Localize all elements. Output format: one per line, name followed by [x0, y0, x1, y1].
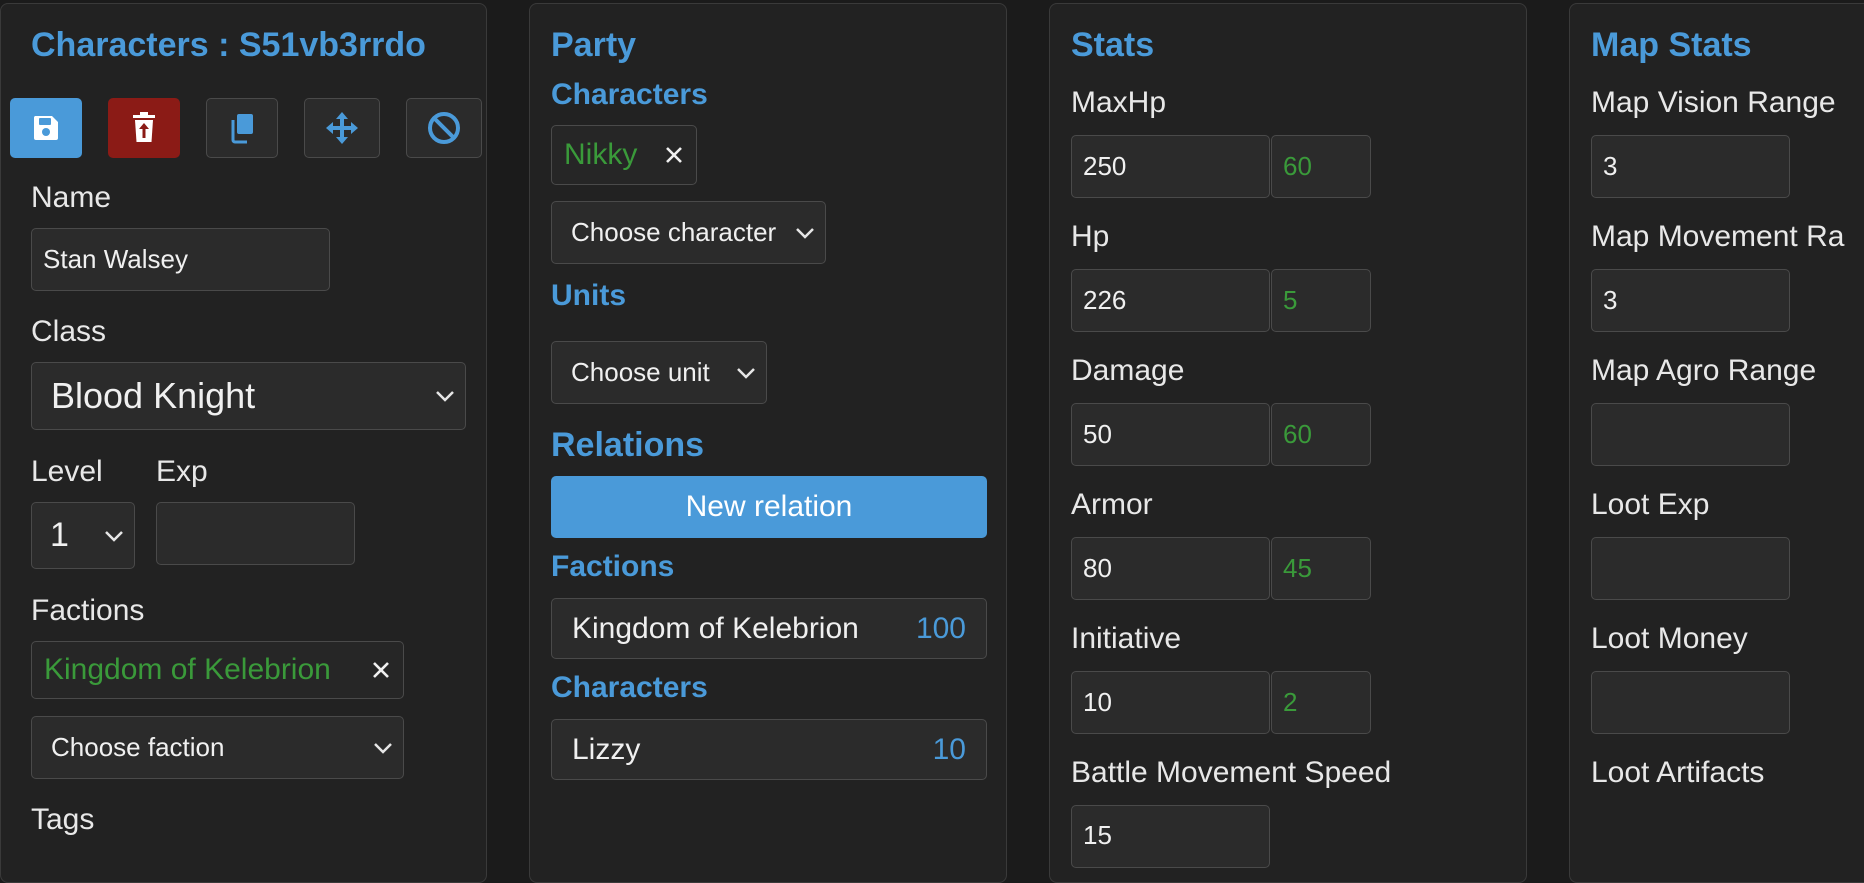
stats-panel: Stats MaxHp 250 60 Hp 226 5 Damage 50 60…: [1049, 3, 1527, 883]
new-relation-button[interactable]: New relation: [551, 476, 987, 538]
map-stat-label: Map Movement Ra: [1591, 220, 1845, 253]
map-stats-panel: Map Stats Map Vision Range 3 Map Movemen…: [1569, 3, 1864, 883]
chevron-down-icon: [737, 367, 755, 379]
move-arrows-icon: [326, 112, 358, 144]
level-select-value: 1: [50, 516, 69, 554]
party-character-tag: Nikky: [551, 125, 697, 185]
stat-bonus-input[interactable]: 2: [1271, 671, 1371, 734]
stat-label: Battle Movement Speed: [1071, 756, 1392, 789]
faction-select-value: Choose faction: [51, 732, 225, 762]
map-stat-label: Map Agro Range: [1591, 354, 1817, 387]
faction-tag: Kingdom of Kelebrion: [31, 641, 404, 699]
map-stat-label: Loot Exp: [1591, 488, 1710, 521]
copy-button[interactable]: [206, 98, 278, 158]
relations-heading: Relations: [551, 426, 705, 464]
map-stat-label: Loot Artifacts: [1591, 756, 1765, 789]
faction-relation-name: Kingdom of Kelebrion: [572, 611, 859, 645]
factions-label: Factions: [31, 594, 145, 627]
character-relation-name: Lizzy: [572, 732, 641, 766]
character-relation-row[interactable]: Lizzy 10: [551, 719, 987, 780]
stat-value-input[interactable]: 50: [1071, 403, 1270, 466]
party-unit-select-value: Choose unit: [571, 357, 710, 387]
chevron-down-icon: [374, 742, 392, 754]
close-icon[interactable]: [664, 145, 684, 165]
move-button[interactable]: [304, 98, 380, 158]
party-unit-select[interactable]: Choose unit: [551, 341, 767, 404]
delete-button[interactable]: [108, 98, 180, 158]
chevron-down-icon: [796, 227, 814, 239]
stat-bonus-input[interactable]: 60: [1271, 135, 1371, 198]
exp-input[interactable]: [156, 502, 355, 565]
stat-label: Damage: [1071, 354, 1185, 387]
stat-value-input[interactable]: 15: [1071, 805, 1270, 868]
party-character-tag-label: Nikky: [564, 138, 638, 171]
stat-bonus-input[interactable]: 5: [1271, 269, 1371, 332]
chevron-down-icon: [436, 391, 454, 402]
floppy-disk-icon: [33, 116, 58, 140]
map-stat-input[interactable]: 3: [1591, 269, 1790, 332]
map-stat-input[interactable]: [1591, 671, 1790, 734]
trash-upload-icon: [133, 112, 155, 142]
party-panel: Party Characters Nikky Choose character …: [529, 3, 1007, 883]
cancel-button[interactable]: [406, 98, 482, 158]
stats-title: Stats: [1071, 26, 1155, 64]
exp-label: Exp: [156, 455, 208, 488]
stat-bonus-input[interactable]: 60: [1271, 403, 1371, 466]
tags-label: Tags: [31, 803, 95, 836]
stat-value-input[interactable]: 226: [1071, 269, 1270, 332]
ban-icon: [428, 112, 460, 144]
stat-label: Initiative: [1071, 622, 1182, 655]
character-relations-heading: Characters: [551, 671, 708, 704]
map-stat-input[interactable]: [1591, 403, 1790, 466]
map-stat-label: Loot Money: [1591, 622, 1748, 655]
faction-select[interactable]: Choose faction: [31, 716, 404, 779]
character-title: Characters : S51vb3rrdo: [31, 26, 426, 64]
save-button[interactable]: [10, 98, 82, 158]
stat-bonus-input[interactable]: 45: [1271, 537, 1371, 600]
party-character-select[interactable]: Choose character: [551, 201, 826, 264]
level-label: Level: [31, 455, 103, 488]
faction-relation-row[interactable]: Kingdom of Kelebrion 100: [551, 598, 987, 659]
party-units-heading: Units: [551, 279, 626, 312]
chevron-down-icon: [105, 530, 123, 542]
name-label: Name: [31, 181, 112, 214]
stat-value-input[interactable]: 80: [1071, 537, 1270, 600]
stat-value-input[interactable]: 250: [1071, 135, 1270, 198]
faction-relations-heading: Factions: [551, 550, 675, 583]
party-title: Party: [551, 26, 637, 64]
map-stats-title: Map Stats: [1591, 26, 1752, 64]
stat-value-input[interactable]: 10: [1071, 671, 1270, 734]
close-icon[interactable]: [371, 660, 391, 680]
name-input[interactable]: Stan Walsey: [31, 228, 330, 291]
stat-label: MaxHp: [1071, 86, 1167, 119]
map-stat-input[interactable]: [1591, 537, 1790, 600]
stat-label: Armor: [1071, 488, 1153, 521]
party-character-select-value: Choose character: [571, 217, 777, 247]
faction-tag-label: Kingdom of Kelebrion: [44, 653, 331, 686]
stat-label: Hp: [1071, 220, 1110, 253]
level-select[interactable]: 1: [31, 502, 135, 569]
map-stat-label: Map Vision Range: [1591, 86, 1836, 119]
class-label: Class: [31, 315, 107, 348]
class-select[interactable]: Blood Knight: [31, 362, 466, 430]
character-panel: Characters : S51vb3rrdo Name Stan Walsey…: [0, 3, 487, 883]
faction-relation-value: 100: [915, 611, 966, 645]
class-select-value: Blood Knight: [51, 375, 256, 416]
copy-icon: [231, 114, 253, 144]
party-characters-heading: Characters: [551, 78, 708, 111]
character-relation-value: 10: [932, 732, 966, 766]
map-stat-input[interactable]: 3: [1591, 135, 1790, 198]
